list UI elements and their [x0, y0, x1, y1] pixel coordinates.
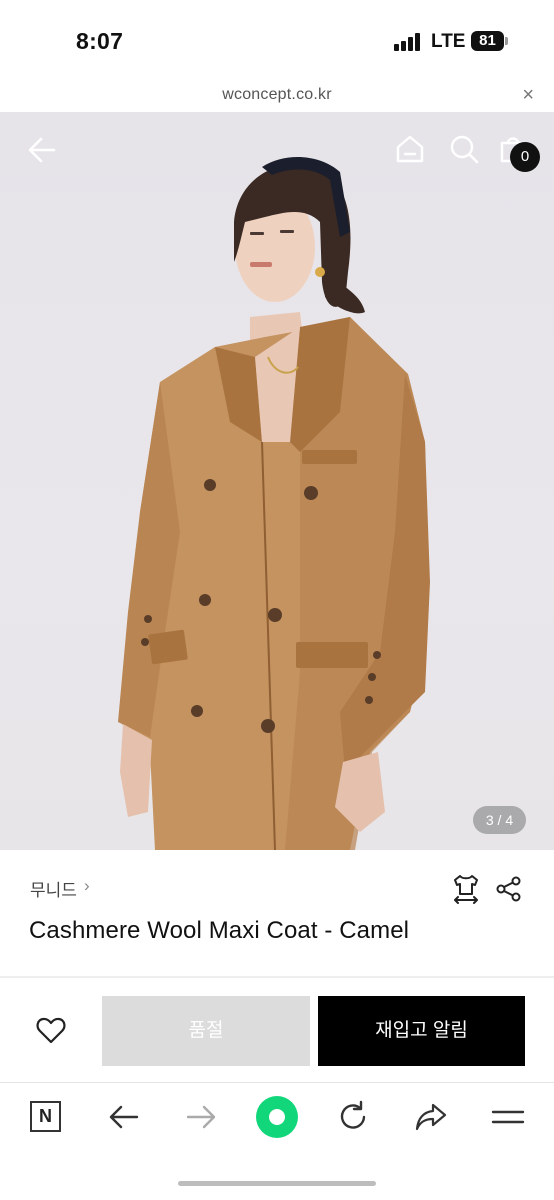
size-guide-icon[interactable]: [452, 874, 480, 904]
url-text[interactable]: wconcept.co.kr: [0, 86, 554, 104]
browser-toolbar: N: [0, 1082, 554, 1200]
back-arrow-icon[interactable]: [26, 134, 58, 166]
cart-count-badge[interactable]: 0: [510, 142, 540, 172]
battery-tip: [505, 37, 508, 45]
browser-forward-icon[interactable]: [183, 1099, 219, 1135]
browser-back-icon[interactable]: [106, 1099, 142, 1135]
close-icon[interactable]: ×: [522, 84, 534, 106]
heart-icon[interactable]: [36, 1016, 66, 1044]
status-bar: 8:07 LTE 81: [0, 0, 554, 80]
forward-share-icon[interactable]: [413, 1099, 449, 1135]
restock-alert-button[interactable]: 재입고 알림: [318, 996, 525, 1066]
network-label: LTE: [431, 31, 466, 52]
green-dot-icon[interactable]: [256, 1096, 298, 1138]
signal-icon: [394, 33, 422, 51]
home-indicator: [178, 1181, 376, 1186]
product-image[interactable]: 0 3 / 4: [0, 112, 554, 850]
share-icon[interactable]: [496, 876, 522, 902]
home-icon[interactable]: [395, 134, 425, 164]
product-info: 무니드 › Cashmere Wool Maxi Coat - Camel: [0, 850, 554, 978]
product-title: Cashmere Wool Maxi Coat - Camel: [29, 917, 410, 944]
purchase-actions: 품절 재입고 알림: [0, 978, 554, 1082]
chevron-right-icon[interactable]: ›: [84, 876, 90, 896]
menu-icon[interactable]: [490, 1099, 526, 1135]
battery-icon: 81: [471, 31, 504, 51]
url-bar[interactable]: wconcept.co.kr ×: [0, 80, 554, 112]
naver-n-icon[interactable]: N: [30, 1101, 61, 1132]
brand-link[interactable]: 무니드: [30, 876, 77, 901]
reload-icon[interactable]: [336, 1099, 372, 1135]
status-time: 8:07: [76, 28, 124, 54]
image-page-counter: 3 / 4: [473, 806, 526, 834]
search-icon[interactable]: [449, 134, 479, 164]
soldout-button: 품절: [102, 996, 310, 1066]
model-photo: [118, 156, 430, 850]
